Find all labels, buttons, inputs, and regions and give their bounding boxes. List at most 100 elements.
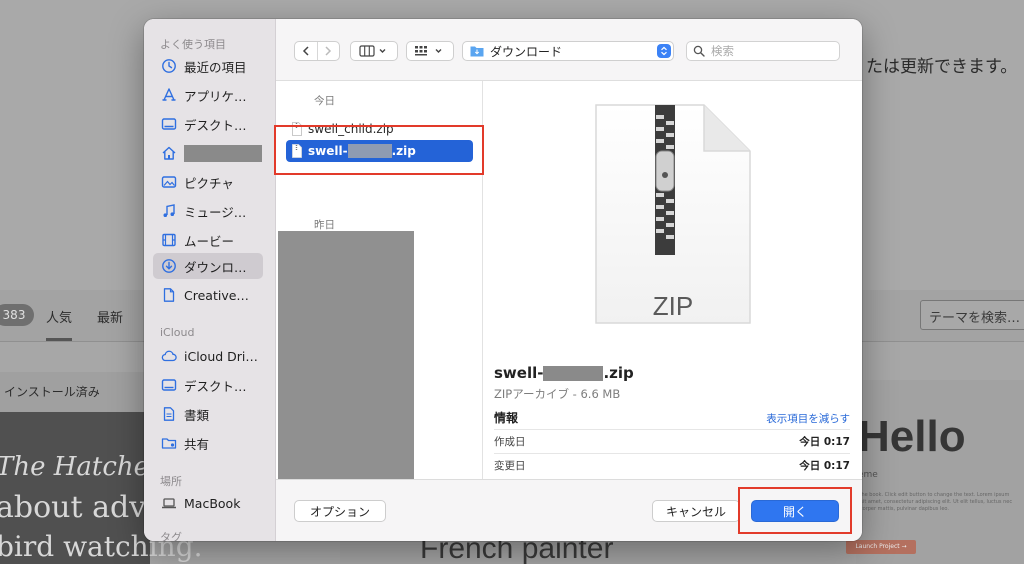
download-icon [161, 258, 177, 274]
shared-folder-icon [161, 435, 177, 451]
forward-button[interactable] [316, 42, 340, 60]
tab-latest: 最新 [97, 311, 124, 326]
desktop-icon [161, 116, 177, 132]
sidebar-item-label: 最近の項目 [184, 59, 247, 75]
redacted-username [184, 144, 262, 162]
zip-icon-label: ZIP [652, 291, 694, 321]
theme-card-3-title: Hello [858, 412, 966, 461]
desktop-icon [161, 377, 177, 393]
theme-card-3-button: Launch Project → [846, 540, 916, 554]
sidebar-item-label: 共有 [184, 436, 210, 452]
search-icon [693, 45, 705, 57]
redacted-file-list [278, 231, 414, 479]
installed-label: インストール済み [0, 372, 150, 412]
cancel-button[interactable]: キャンセル [652, 500, 740, 522]
grid-group-icon [415, 46, 442, 56]
info-value: 今日 0:17 [799, 436, 850, 448]
sidebar-item-label: ミュージ… [184, 204, 247, 220]
today-header: 今日 [314, 95, 335, 107]
film-icon [161, 232, 177, 248]
sidebar-item-label: デスクト… [184, 117, 247, 133]
sidebar-item-label: デスクト… [184, 378, 247, 394]
sidebar-item-recents[interactable]: 最近の項目 [153, 53, 263, 79]
laptop-icon [161, 495, 177, 511]
group-button[interactable] [406, 41, 454, 61]
sidebar-item-icloud-desktop[interactable]: デスクト… [153, 372, 263, 398]
info-label: 変更日 [494, 460, 526, 472]
cloud-icon [161, 348, 177, 364]
clock-icon [161, 58, 177, 74]
favorites-header: よく使う項目 [160, 38, 226, 51]
sidebar-item-label: MacBook [184, 495, 241, 511]
info-header: 情報 [494, 411, 519, 425]
sidebar-item-macbook[interactable]: MacBook [153, 490, 263, 516]
tags-header: タグ [160, 531, 182, 541]
info-row-modified: 変更日 今日 0:17 [494, 453, 850, 477]
stepper-icon [657, 44, 671, 58]
sidebar-item-applications[interactable]: アプリケ… [153, 82, 263, 108]
sidebar-item-label: iCloud Dri… [184, 348, 258, 364]
preview-name-prefix: swell- [494, 364, 544, 382]
nav-buttons [294, 41, 340, 61]
chevron-left-icon [302, 46, 309, 56]
options-button[interactable]: オプション [294, 500, 386, 522]
search-field[interactable]: 検索 [686, 41, 840, 61]
sidebar-item-movies[interactable]: ムービー [153, 227, 263, 253]
columns-view-icon [359, 45, 386, 57]
back-button[interactable] [295, 42, 317, 60]
theme-card-1-line: about adve [0, 490, 164, 525]
show-less-link[interactable]: 表示項目を減らす [766, 411, 850, 426]
downloads-folder-icon [470, 46, 484, 57]
sidebar-item-label: Creative… [184, 287, 249, 303]
yesterday-header: 昨日 [314, 219, 335, 231]
sidebar-item-documents[interactable]: 書類 [153, 401, 263, 427]
photo-icon [161, 174, 177, 190]
zip-document-icon: ZIP [590, 101, 756, 329]
document-icon [161, 406, 177, 422]
search-placeholder: 検索 [711, 44, 734, 58]
preview-name-suffix: .zip [603, 364, 634, 382]
sidebar-item-shared[interactable]: 共有 [153, 430, 263, 456]
sidebar-item-music[interactable]: ミュージ… [153, 198, 263, 224]
sidebar-item-home[interactable] [153, 140, 263, 166]
open-file-dialog: よく使う項目 最近の項目 アプリケ… デスクト… ピクチャ ミュージ… ムービー [144, 19, 862, 541]
sidebar-item-icloud-drive[interactable]: iCloud Dri… [153, 343, 263, 369]
info-value: 今日 0:17 [799, 460, 850, 472]
music-icon [161, 203, 177, 219]
toolbar: ダウンロード 検索 [276, 19, 862, 81]
sidebar-item-label: ピクチャ [184, 175, 234, 191]
sidebar-item-label: ムービー [184, 233, 235, 249]
sidebar: よく使う項目 最近の項目 アプリケ… デスクト… ピクチャ ミュージ… ムービー [144, 19, 276, 541]
sidebar-item-creative[interactable]: Creative… [153, 282, 263, 308]
home-icon [161, 145, 177, 161]
theme-card-3-description: Click the book. Click edit button to cha… [846, 492, 1013, 512]
background-notice-text: たは更新できます。 [866, 57, 1018, 77]
applications-icon [161, 87, 177, 103]
theme-search-input: テーマを検索… [920, 300, 1024, 330]
sidebar-item-downloads[interactable]: ダウンロ… [153, 253, 263, 279]
redacted-version [543, 366, 604, 381]
locations-header: 場所 [160, 475, 182, 488]
annotation-highlight-file [274, 125, 484, 175]
annotation-highlight-open [738, 487, 852, 534]
sidebar-item-label: アプリケ… [184, 88, 247, 104]
document-icon [161, 287, 177, 303]
chevron-right-icon [325, 46, 332, 56]
preview-pane: ZIP swell- .zip ZIPアーカイブ - 6.6 MB 情報 表示項目… [484, 81, 862, 479]
view-mode-button[interactable] [350, 41, 398, 61]
sidebar-item-pictures[interactable]: ピクチャ [153, 169, 263, 195]
theme-card-3 [856, 380, 1024, 564]
theme-card-1: The Hatcher about adve bird watching. [0, 412, 203, 564]
sidebar-item-desktop[interactable]: デスクト… [153, 111, 263, 137]
preview-kind: ZIPアーカイブ - 6.6 MB [494, 387, 621, 401]
theme-count-badge: 383 [0, 304, 34, 326]
sidebar-item-label: ダウンロ… [184, 259, 247, 275]
info-row-created: 作成日 今日 0:17 [494, 429, 850, 453]
icloud-header: iCloud [160, 326, 195, 339]
theme-card-1-line: The Hatcher [0, 452, 162, 482]
location-popup[interactable]: ダウンロード [462, 41, 674, 61]
preview-file-name: swell- .zip [494, 364, 634, 382]
info-label: 作成日 [494, 436, 526, 448]
tab-popular: 人気 [46, 307, 73, 341]
sidebar-item-label: 書類 [184, 407, 210, 423]
